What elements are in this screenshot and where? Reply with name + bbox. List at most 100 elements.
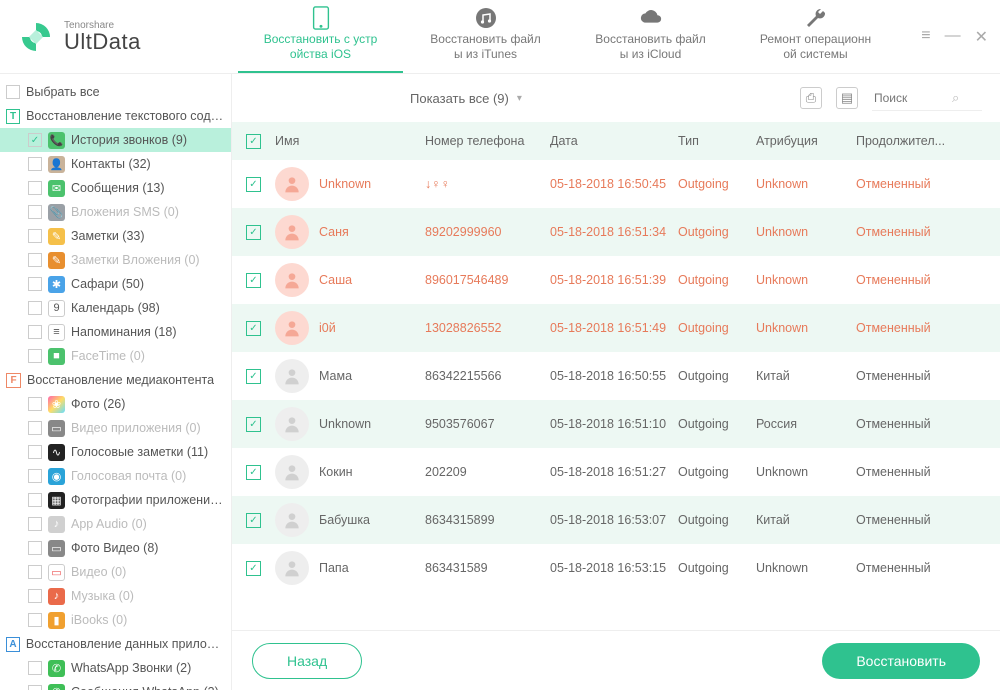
checkbox[interactable] bbox=[28, 421, 42, 435]
logo: Tenorshare UltData bbox=[18, 19, 238, 55]
tab-recover-ios[interactable]: Восстановить с устр ойства iOS bbox=[238, 0, 403, 73]
sidebar-item[interactable]: ✎ Заметки (33) bbox=[0, 224, 231, 248]
checkbox[interactable] bbox=[28, 397, 42, 411]
table-row[interactable]: Саня 89202999960 05-18-2018 16:51:34 Out… bbox=[232, 208, 1000, 256]
checkbox[interactable] bbox=[28, 469, 42, 483]
checkbox[interactable] bbox=[6, 85, 20, 99]
sidebar-item[interactable]: ✉ Сообщения (13) bbox=[0, 176, 231, 200]
recover-button[interactable]: Восстановить bbox=[822, 643, 980, 679]
table-row[interactable]: Кокин 202209 05-18-2018 16:51:27 Outgoin… bbox=[232, 448, 1000, 496]
sidebar-item[interactable]: ▮ iBooks (0) bbox=[0, 608, 231, 632]
row-checkbox[interactable] bbox=[246, 417, 261, 432]
row-checkbox[interactable] bbox=[246, 225, 261, 240]
filter-dropdown[interactable]: Показать все (9) ▾ bbox=[410, 91, 522, 106]
logo-icon bbox=[18, 19, 54, 55]
row-checkbox[interactable] bbox=[246, 513, 261, 528]
checkbox[interactable] bbox=[28, 589, 42, 603]
checkbox[interactable] bbox=[28, 685, 42, 690]
col-date[interactable]: Дата bbox=[550, 134, 678, 148]
col-type[interactable]: Тип bbox=[678, 134, 756, 148]
sidebar-item[interactable]: ◉ Голосовая почта (0) bbox=[0, 464, 231, 488]
section-apps[interactable]: AВосстановление данных приложений bbox=[0, 632, 231, 656]
checkbox[interactable] bbox=[28, 301, 42, 315]
checkbox[interactable] bbox=[28, 205, 42, 219]
select-all-checkbox[interactable] bbox=[246, 134, 261, 149]
search-input[interactable] bbox=[874, 91, 944, 105]
sidebar-item[interactable]: ■ FaceTime (0) bbox=[0, 344, 231, 368]
row-checkbox[interactable] bbox=[246, 321, 261, 336]
row-checkbox[interactable] bbox=[246, 369, 261, 384]
select-all-row[interactable]: Выбрать все bbox=[0, 80, 231, 104]
sidebar-item[interactable]: ∿ Голосовые заметки (11) bbox=[0, 440, 231, 464]
settings-list-icon[interactable]: ▤ bbox=[836, 87, 858, 109]
sidebar-item[interactable]: ♪ App Audio (0) bbox=[0, 512, 231, 536]
table-row[interactable]: Бабушка 8634315899 05-18-2018 16:53:07 O… bbox=[232, 496, 1000, 544]
table-row[interactable]: Unknown 9503576067 05-18-2018 16:51:10 O… bbox=[232, 400, 1000, 448]
tab-recover-icloud[interactable]: Восстановить файл ы из iCloud bbox=[568, 0, 733, 73]
row-attr: Unknown bbox=[756, 321, 856, 335]
tab-repair-os[interactable]: Ремонт операционн ой системы bbox=[733, 0, 898, 73]
sidebar-item[interactable]: ❀ Фото (26) bbox=[0, 392, 231, 416]
sidebar-item[interactable]: ✆ Сообщения WhatsApp (3) bbox=[0, 680, 231, 690]
sidebar-item[interactable]: 👤 Контакты (32) bbox=[0, 152, 231, 176]
table-row[interactable]: Unknown ↓♀♀ 05-18-2018 16:50:45 Outgoing… bbox=[232, 160, 1000, 208]
checkbox[interactable] bbox=[28, 517, 42, 531]
section-media[interactable]: FВосстановление медиаконтента bbox=[0, 368, 231, 392]
checkbox[interactable] bbox=[28, 277, 42, 291]
sidebar-item[interactable]: ▭ Видео приложения (0) bbox=[0, 416, 231, 440]
checkbox[interactable] bbox=[28, 565, 42, 579]
col-phone[interactable]: Номер телефона bbox=[425, 134, 550, 148]
print-icon[interactable]: ⎙ bbox=[800, 87, 822, 109]
table-header: Имя Номер телефона Дата Тип Атрибуция Пр… bbox=[232, 122, 1000, 160]
itunes-icon bbox=[474, 6, 498, 30]
sidebar-item[interactable]: ≡ Напоминания (18) bbox=[0, 320, 231, 344]
col-attr[interactable]: Атрибуция bbox=[756, 134, 856, 148]
col-name[interactable]: Имя bbox=[275, 134, 425, 148]
checkbox[interactable] bbox=[28, 325, 42, 339]
sidebar-item[interactable]: 📎 Вложения SMS (0) bbox=[0, 200, 231, 224]
back-button[interactable]: Назад bbox=[252, 643, 362, 679]
sidebar-item[interactable]: ▭ Видео (0) bbox=[0, 560, 231, 584]
close-icon[interactable]: ✕ bbox=[975, 27, 988, 47]
checkbox[interactable] bbox=[28, 349, 42, 363]
sidebar-item[interactable]: 9 Календарь (98) bbox=[0, 296, 231, 320]
sidebar-item-label: Сообщения WhatsApp (3) bbox=[71, 685, 219, 690]
table-row[interactable]: i0й 13028826552 05-18-2018 16:51:49 Outg… bbox=[232, 304, 1000, 352]
row-date: 05-18-2018 16:53:15 bbox=[550, 561, 678, 575]
section-text[interactable]: TВосстановление текстового содержи bbox=[0, 104, 231, 128]
checkbox[interactable] bbox=[28, 445, 42, 459]
checkbox[interactable] bbox=[28, 181, 42, 195]
sidebar-item[interactable]: 📞 История звонков (9) bbox=[0, 128, 231, 152]
table-row[interactable]: Саша 896017546489 05-18-2018 16:51:39 Ou… bbox=[232, 256, 1000, 304]
sidebar-item[interactable]: ▭ Фото Видео (8) bbox=[0, 536, 231, 560]
checkbox[interactable] bbox=[28, 493, 42, 507]
checkbox[interactable] bbox=[28, 157, 42, 171]
checkbox[interactable] bbox=[28, 541, 42, 555]
checkbox[interactable] bbox=[28, 229, 42, 243]
sidebar-item[interactable]: ✆ WhatsApp Звонки (2) bbox=[0, 656, 231, 680]
row-checkbox[interactable] bbox=[246, 177, 261, 192]
sidebar-item[interactable]: ♪ Музыка (0) bbox=[0, 584, 231, 608]
search-box[interactable]: ⌕ bbox=[872, 86, 982, 111]
checkbox[interactable] bbox=[28, 613, 42, 627]
tab-recover-itunes[interactable]: Восстановить файл ы из iTunes bbox=[403, 0, 568, 73]
row-status: Отмененный bbox=[856, 225, 986, 239]
row-checkbox[interactable] bbox=[246, 273, 261, 288]
row-checkbox[interactable] bbox=[246, 465, 261, 480]
category-icon: ♪ bbox=[48, 516, 65, 533]
checkbox[interactable] bbox=[28, 253, 42, 267]
sidebar-item[interactable]: ✎ Заметки Вложения (0) bbox=[0, 248, 231, 272]
col-status[interactable]: Продолжител... bbox=[856, 134, 986, 148]
row-phone: 896017546489 bbox=[425, 273, 550, 287]
checkbox[interactable] bbox=[28, 133, 42, 147]
checkbox[interactable] bbox=[28, 661, 42, 675]
table-row[interactable]: Мама 86342215566 05-18-2018 16:50:55 Out… bbox=[232, 352, 1000, 400]
minimize-icon[interactable]: — bbox=[945, 27, 961, 47]
row-checkbox[interactable] bbox=[246, 561, 261, 576]
table-row[interactable]: Папа 863431589 05-18-2018 16:53:15 Outgo… bbox=[232, 544, 1000, 592]
menu-icon[interactable]: ≡ bbox=[921, 27, 930, 47]
sidebar-item[interactable]: ▦ Фотографии приложений (24 bbox=[0, 488, 231, 512]
row-phone: 8634315899 bbox=[425, 513, 550, 527]
sidebar-item[interactable]: ✱ Сафари (50) bbox=[0, 272, 231, 296]
row-attr: Unknown bbox=[756, 177, 856, 191]
